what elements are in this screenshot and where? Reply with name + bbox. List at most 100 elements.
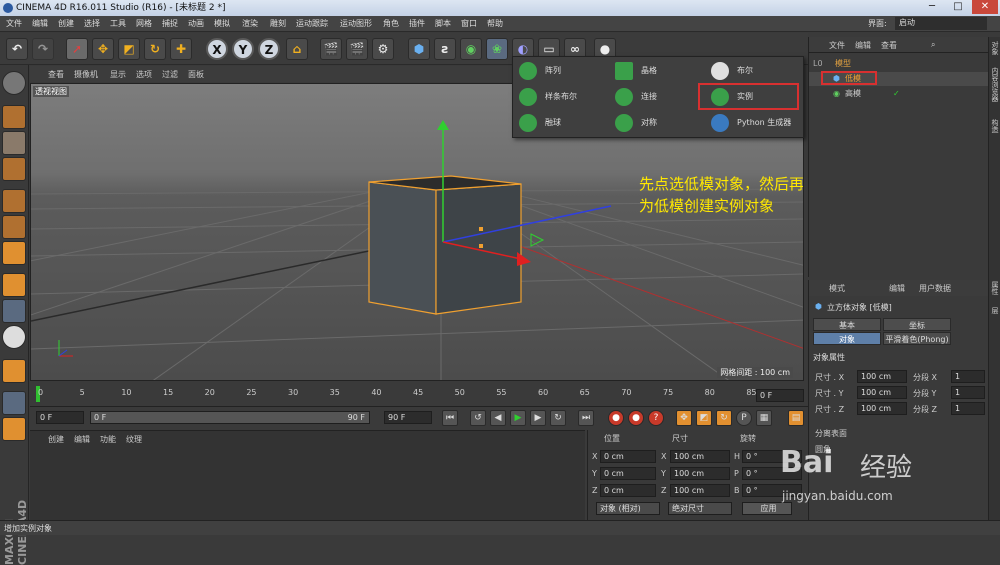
play-icon[interactable]: ▶: [510, 410, 526, 426]
menu-plugins[interactable]: 插件: [409, 18, 425, 29]
rotate-key-icon[interactable]: ↻: [716, 410, 732, 426]
material-menu-texture[interactable]: 纹理: [126, 434, 142, 445]
viewport-menu-display[interactable]: 显示: [110, 69, 126, 80]
goto-end-icon[interactable]: ⏭: [578, 410, 594, 426]
keyframe-selection-icon[interactable]: ?: [648, 410, 664, 426]
recent-tool-icon[interactable]: ✚: [170, 38, 192, 60]
rotate-icon[interactable]: ↻: [144, 38, 166, 60]
menu-file[interactable]: 文件: [6, 18, 22, 29]
move-icon[interactable]: ✥: [92, 38, 114, 60]
menu-edit[interactable]: 编辑: [32, 18, 48, 29]
tab-coordinates[interactable]: 坐标: [883, 318, 951, 331]
menu-create[interactable]: 创建: [58, 18, 74, 29]
attribute-menu-userdata[interactable]: 用户数据: [919, 283, 951, 294]
pos-z-field[interactable]: 0 cm: [600, 484, 656, 497]
x-axis-arrow-icon[interactable]: [517, 252, 531, 266]
object-name-high-poly[interactable]: 高模: [845, 87, 861, 101]
move-key-icon[interactable]: ✥: [676, 410, 692, 426]
x-axis-lock-icon[interactable]: X: [206, 38, 228, 60]
close-button[interactable]: ✕: [972, 0, 998, 14]
layout-select[interactable]: 启动: [895, 17, 987, 30]
cube-primitive-icon[interactable]: ⬢: [408, 38, 430, 60]
render-picture-viewer-icon[interactable]: 🎬: [346, 38, 368, 60]
material-menu-create[interactable]: 创建: [48, 434, 64, 445]
undo-icon[interactable]: ↶: [6, 38, 28, 60]
size-z-attr-field[interactable]: 100 cm: [857, 402, 907, 415]
seg-y-field[interactable]: 1: [951, 386, 985, 399]
record-icon[interactable]: ●: [608, 410, 624, 426]
material-menu-function[interactable]: 功能: [100, 434, 116, 445]
z-axis-lock-icon[interactable]: Z: [258, 38, 280, 60]
menu-snap[interactable]: 捕捉: [162, 18, 178, 29]
viewport-menu-filter[interactable]: 过滤: [162, 69, 178, 80]
seg-x-field[interactable]: 1: [951, 370, 985, 383]
scheme-icon[interactable]: ▤: [788, 410, 804, 426]
next-frame-icon[interactable]: ▶: [530, 410, 546, 426]
viewport-menu-camera[interactable]: 摄像机: [74, 69, 98, 80]
right-tab-layers[interactable]: 层: [990, 307, 1000, 314]
right-tab-content-browser[interactable]: 内容浏览器: [990, 67, 1000, 102]
edges-mode-icon[interactable]: [2, 215, 26, 239]
model-mode-icon[interactable]: [2, 105, 26, 129]
live-selection-icon[interactable]: ➚: [66, 38, 88, 60]
menu-simulate[interactable]: 模拟: [214, 18, 230, 29]
coord-mode-select[interactable]: 对象 (相对): [596, 502, 660, 515]
menu-animate[interactable]: 动画: [188, 18, 204, 29]
viewport-menu-options[interactable]: 选项: [136, 69, 152, 80]
popup-item-array[interactable]: 阵列: [515, 59, 611, 83]
autokey-icon[interactable]: ●: [628, 410, 644, 426]
nurbs-icon[interactable]: ◉: [460, 38, 482, 60]
array-generator-icon[interactable]: ❀: [486, 38, 508, 60]
menu-motion-tracking[interactable]: 运动跟踪: [296, 18, 328, 29]
seg-z-field[interactable]: 1: [951, 402, 985, 415]
size-x-attr-field[interactable]: 100 cm: [857, 370, 907, 383]
object-name-model[interactable]: 模型: [835, 57, 851, 71]
tab-object[interactable]: 对象: [813, 332, 881, 345]
menu-window[interactable]: 窗口: [461, 18, 477, 29]
tweak-icon[interactable]: [2, 299, 26, 323]
enabled-check-icon[interactable]: ✓: [893, 87, 900, 101]
scale-key-icon[interactable]: ◩: [696, 410, 712, 426]
spline-icon[interactable]: ƨ: [434, 38, 456, 60]
popup-item-spline-boole[interactable]: 样条布尔: [515, 85, 611, 109]
popup-item-boole[interactable]: 布尔: [707, 59, 803, 83]
attribute-menu-edit[interactable]: 编辑: [889, 283, 905, 294]
end-frame-field[interactable]: 90 F: [384, 411, 432, 424]
minimize-button[interactable]: ─: [920, 0, 944, 14]
right-tab-attributes[interactable]: 属性: [990, 281, 1000, 295]
menu-mesh[interactable]: 网格: [136, 18, 152, 29]
coordinate-system-icon[interactable]: ⌂: [286, 38, 308, 60]
frame-range-slider[interactable]: 0 F 90 F: [90, 411, 370, 424]
material-menu-edit[interactable]: 编辑: [74, 434, 90, 445]
object-row-model[interactable]: L0 模型: [809, 57, 989, 71]
right-tab-structure[interactable]: 构造: [990, 119, 1000, 133]
workplane-icon[interactable]: [2, 157, 26, 181]
previous-key-icon[interactable]: ↺: [470, 410, 486, 426]
render-view-icon[interactable]: 🎬: [320, 38, 342, 60]
right-tab-objects[interactable]: 对象: [990, 41, 1000, 55]
points-mode-icon[interactable]: [2, 189, 26, 213]
popup-item-connect[interactable]: 连接: [611, 85, 707, 109]
size-x-field[interactable]: 100 cm: [670, 450, 730, 463]
goto-start-icon[interactable]: ⏮: [442, 410, 458, 426]
menu-sculpt[interactable]: 雕刻: [270, 18, 286, 29]
popup-item-atom-array[interactable]: 晶格: [611, 59, 707, 83]
scale-icon[interactable]: ◩: [118, 38, 140, 60]
popup-item-metaball[interactable]: 融球: [515, 111, 611, 135]
cube-object[interactable]: [368, 175, 522, 315]
make-editable-icon[interactable]: [2, 71, 26, 95]
size-z-field[interactable]: 100 cm: [670, 484, 730, 497]
axis-mode-icon[interactable]: [2, 273, 26, 297]
polygons-mode-icon[interactable]: [2, 241, 26, 265]
menu-character[interactable]: 角色: [383, 18, 399, 29]
quantize-icon[interactable]: [2, 417, 26, 441]
viewport-menu-view[interactable]: 查看: [48, 69, 64, 80]
y-axis-arrow-icon[interactable]: [437, 120, 449, 130]
menu-render[interactable]: 渲染: [242, 18, 258, 29]
pla-key-icon[interactable]: ▦: [756, 410, 772, 426]
tab-phong[interactable]: 平滑着色(Phong): [883, 332, 951, 345]
redo-icon[interactable]: ↷: [32, 38, 54, 60]
pivot-handle-lower[interactable]: [479, 244, 483, 248]
current-frame-field[interactable]: 0 F: [36, 411, 84, 424]
timeline-current-field[interactable]: 0 F: [756, 389, 804, 402]
